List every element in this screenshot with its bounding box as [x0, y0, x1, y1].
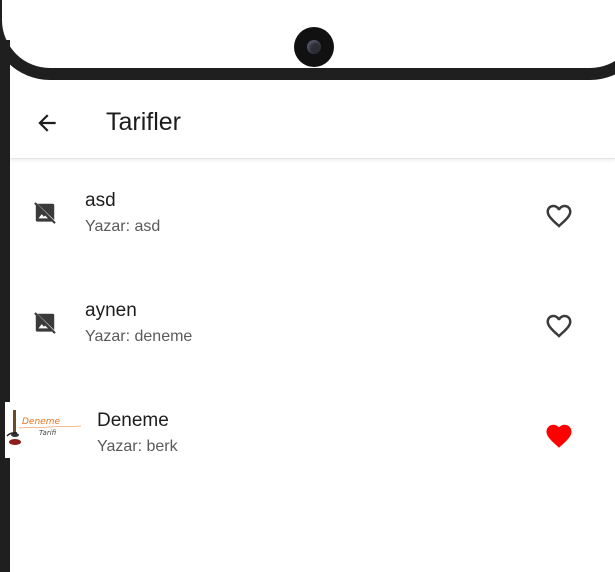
heart-filled-icon	[546, 424, 572, 448]
recipe-photo: Deneme Tarifi	[5, 402, 83, 458]
favorite-button[interactable]	[543, 310, 575, 342]
recipe-text: asd Yazar: asd	[85, 190, 160, 236]
image-not-supported-icon	[30, 198, 60, 228]
list-item[interactable]: Deneme Yazar: berk	[10, 380, 615, 490]
recipe-name: asd	[85, 190, 116, 211]
front-camera	[294, 27, 334, 67]
device-frame-edge	[0, 40, 10, 572]
thumb-text: Deneme	[22, 417, 60, 427]
favorite-button[interactable]	[543, 200, 575, 232]
recipe-name: Deneme	[97, 410, 169, 431]
app-bar: Tarifler	[10, 88, 615, 159]
recipe-name: aynen	[85, 300, 137, 321]
recipe-text: Deneme Yazar: berk	[97, 410, 178, 456]
phone-screen: Tarifler asd Yazar: asd aynen Yazar: den…	[0, 0, 615, 572]
back-button[interactable]	[30, 106, 64, 140]
list-item[interactable]: aynen Yazar: deneme	[10, 270, 615, 380]
image-not-supported-icon	[30, 308, 60, 338]
page-title: Tarifler	[106, 108, 182, 136]
favorite-button[interactable]	[543, 420, 575, 452]
list-item[interactable]: asd Yazar: asd	[10, 160, 615, 270]
recipe-list: asd Yazar: asd aynen Yazar: deneme Denem…	[10, 160, 615, 490]
recipe-author: Yazar: asd	[85, 218, 161, 235]
recipe-text: aynen Yazar: deneme	[85, 300, 192, 346]
thumb-text: Tarifi	[39, 429, 57, 437]
recipe-author: Yazar: berk	[97, 438, 178, 455]
recipe-author: Yazar: deneme	[85, 328, 193, 345]
heart-outline-icon	[546, 204, 572, 228]
arrow-left-icon	[38, 114, 56, 132]
heart-outline-icon	[546, 314, 572, 338]
